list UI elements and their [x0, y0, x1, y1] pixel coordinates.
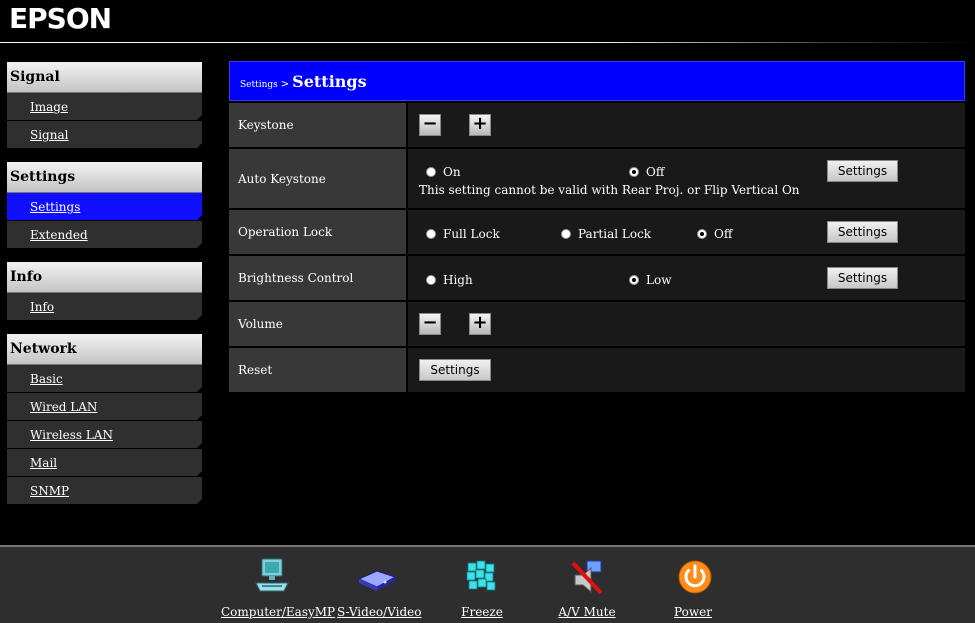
sidebar: Signal Image Signal Settings Settings Ex… [7, 62, 202, 518]
row-label: Operation Lock [229, 210, 406, 254]
auto-keystone-off-radio[interactable]: Off [629, 165, 664, 179]
breadcrumb-separator: > [280, 79, 290, 90]
radio-dot [426, 229, 436, 239]
sidebar-item-mail[interactable]: Mail [7, 449, 202, 477]
power-icon [678, 560, 712, 594]
nav-group-info: Info Info [7, 262, 202, 321]
row-label: Brightness Control [229, 256, 406, 300]
brightness-settings-button[interactable]: Settings [827, 267, 898, 289]
row-brightness-control: Brightness Control High Low Settings [229, 256, 965, 300]
radio-dot-selected [629, 275, 639, 285]
nav-group-signal: Signal Image Signal [7, 62, 202, 149]
row-controls: Full Lock Partial Lock Off Settings [408, 210, 965, 254]
sidebar-item-wireless-lan[interactable]: Wireless LAN [7, 421, 202, 449]
footer-label: S-Video/Video [337, 605, 422, 619]
header: EPSON [0, 0, 975, 44]
computer-easymp-button[interactable]: Computer/EasyMP [221, 555, 336, 619]
nav-group-title: Settings [7, 162, 202, 193]
sidebar-item-signal[interactable]: Signal [7, 121, 202, 149]
row-volume: Volume − + [229, 302, 965, 346]
volume-decrease-button[interactable]: − [419, 313, 441, 335]
operation-lock-settings-button[interactable]: Settings [827, 221, 898, 243]
radio-dot-selected [629, 167, 639, 177]
nav-group-title: Signal [7, 62, 202, 93]
sidebar-item-settings[interactable]: Settings [7, 193, 202, 221]
operation-lock-full-radio[interactable]: Full Lock [426, 227, 500, 241]
radio-label: Low [646, 273, 672, 287]
row-controls: − + [408, 103, 965, 147]
row-label: Volume [229, 302, 406, 346]
volume-increase-button[interactable]: + [469, 313, 491, 335]
sidebar-item-image[interactable]: Image [7, 93, 202, 121]
power-button[interactable]: Power [673, 555, 713, 619]
s-video-video-button[interactable]: S-Video/Video [337, 555, 422, 619]
footer-label: Freeze [461, 605, 503, 619]
av-mute-button[interactable]: A/V Mute [558, 555, 616, 619]
radio-dot [561, 229, 571, 239]
nav-group-title: Info [7, 262, 202, 293]
nav-group-title: Network [7, 334, 202, 365]
row-reset: Reset Settings [229, 348, 965, 392]
epson-logo: EPSON [9, 2, 112, 35]
sidebar-item-snmp[interactable]: SNMP [7, 477, 202, 505]
row-label: Auto Keystone [229, 149, 406, 208]
radio-dot [426, 275, 436, 285]
keystone-decrease-button[interactable]: − [419, 114, 441, 136]
row-operation-lock: Operation Lock Full Lock Partial Lock Of… [229, 210, 965, 254]
nav-group-settings: Settings Settings Extended [7, 162, 202, 249]
sidebar-item-extended[interactable]: Extended [7, 221, 202, 249]
radio-dot-selected [697, 229, 707, 239]
footer-label: Power [674, 605, 712, 619]
settings-panel: Settings > Settings Keystone − + Auto Keys… [229, 61, 965, 392]
footer-label: Computer/EasyMP [221, 605, 336, 619]
radio-label: High [443, 273, 473, 287]
keystone-increase-button[interactable]: + [469, 114, 491, 136]
radio-dot [426, 167, 436, 177]
reset-settings-button[interactable]: Settings [419, 359, 491, 381]
freeze-button[interactable]: Freeze [460, 555, 504, 619]
video-device-icon [357, 570, 397, 591]
page-title-bar: Settings > Settings [229, 61, 965, 101]
breadcrumb: Settings [240, 80, 278, 90]
av-mute-icon [571, 560, 603, 595]
auto-keystone-note: This setting cannot be valid with Rear P… [419, 183, 800, 197]
auto-keystone-settings-button[interactable]: Settings [827, 160, 898, 182]
footer-label: A/V Mute [558, 605, 616, 619]
radio-label: Off [646, 165, 665, 179]
row-label: Reset [229, 348, 406, 392]
auto-keystone-on-radio[interactable]: On [426, 165, 461, 179]
row-keystone: Keystone − + [229, 103, 965, 147]
sidebar-item-info[interactable]: Info [7, 293, 202, 321]
operation-lock-off-radio[interactable]: Off [697, 227, 732, 241]
brightness-low-radio[interactable]: Low [629, 273, 671, 287]
radio-label: Full Lock [443, 227, 500, 241]
row-controls: High Low Settings [408, 256, 965, 300]
radio-label: Partial Lock [578, 227, 652, 241]
operation-lock-partial-radio[interactable]: Partial Lock [561, 227, 651, 241]
sidebar-item-wired-lan[interactable]: Wired LAN [7, 393, 202, 421]
brightness-high-radio[interactable]: High [426, 273, 473, 287]
radio-label: Off [714, 227, 733, 241]
row-controls: − + [408, 302, 965, 346]
row-auto-keystone: Auto Keystone On Off Settings This setti… [229, 149, 965, 208]
page-title: Settings [292, 72, 367, 91]
computer-icon [255, 558, 289, 592]
header-divider [0, 42, 975, 43]
row-controls: On Off Settings This setting cannot be v… [408, 149, 965, 208]
row-label: Keystone [229, 103, 406, 147]
freeze-icon [466, 560, 496, 591]
footer-toolbar: Computer/EasyMP S-Video/Video Freeze A/V… [0, 547, 975, 623]
radio-label: On [443, 165, 461, 179]
nav-group-network: Network Basic Wired LAN Wireless LAN Mai… [7, 334, 202, 505]
sidebar-item-basic[interactable]: Basic [7, 365, 202, 393]
row-controls: Settings [408, 348, 965, 392]
